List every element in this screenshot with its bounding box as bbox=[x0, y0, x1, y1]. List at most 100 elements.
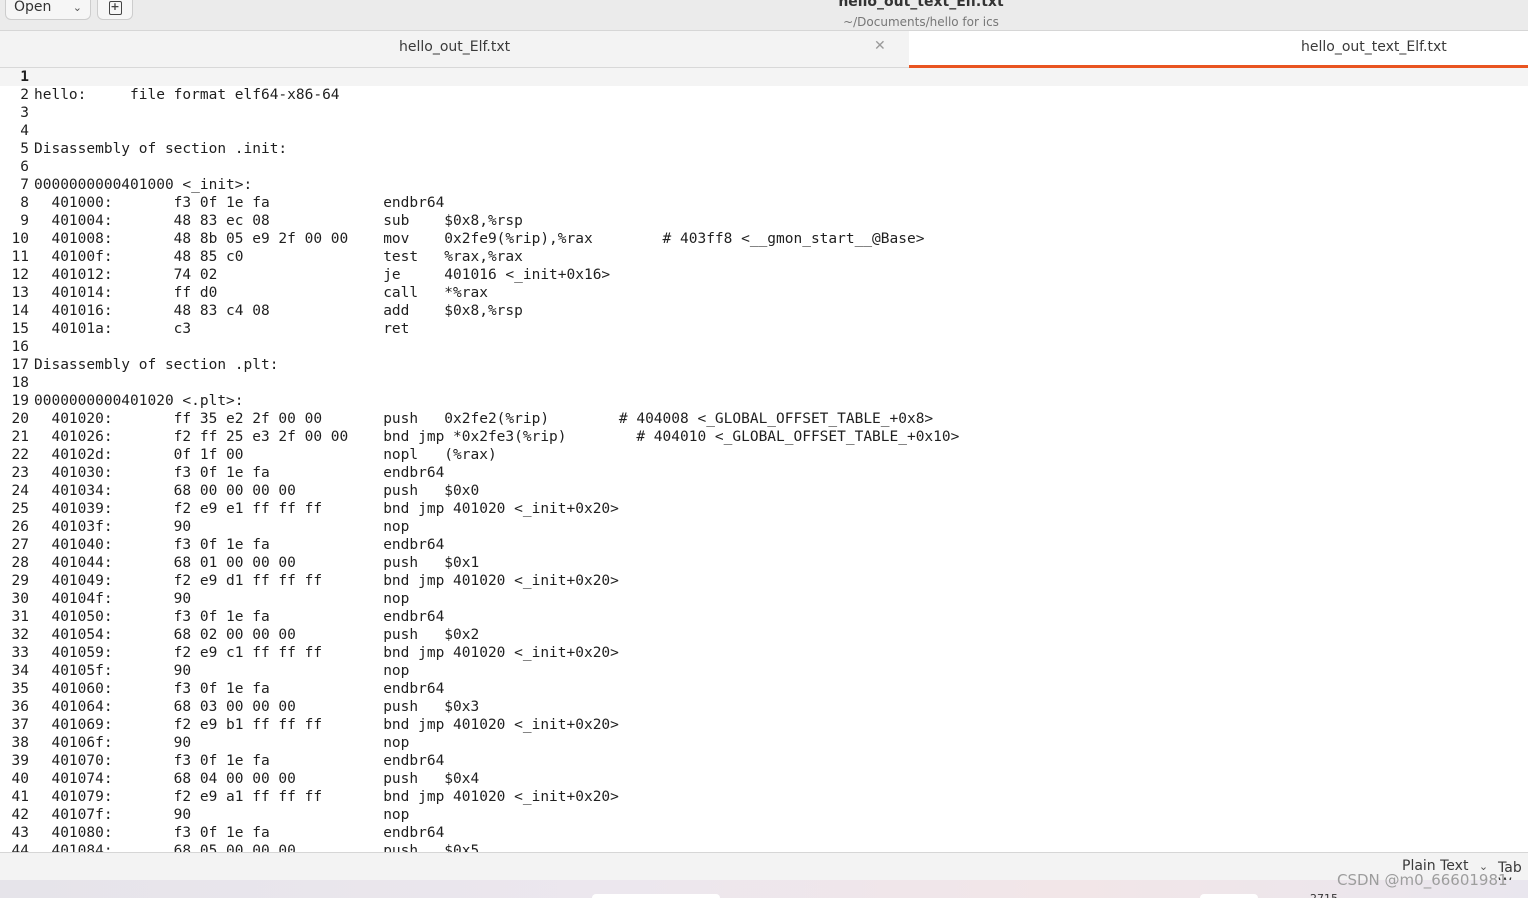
line-number: 36 bbox=[11, 699, 29, 715]
editor-line[interactable]: 39 401070: f3 0f 1e fa endbr64 bbox=[0, 752, 1528, 770]
text-view[interactable]: 1 2 hello: file format elf64-x86-64 3 4 5 Disa… bbox=[0, 68, 1528, 852]
line-text: Disassembly of section .plt: bbox=[34, 357, 279, 373]
editor-line[interactable]: 6 bbox=[0, 158, 1528, 176]
editor-line[interactable]: 7 0000000000401000 <_init>: bbox=[0, 176, 1528, 194]
line-text: 401044: 68 01 00 00 00 push $0x1 bbox=[34, 555, 480, 571]
editor-line[interactable]: 18 bbox=[0, 374, 1528, 392]
line-number: 16 bbox=[11, 339, 29, 355]
line-number: 1 bbox=[20, 69, 29, 85]
line-text: 40103f: 90 nop bbox=[34, 519, 410, 535]
header-bar: Open ⌄ + hello_out_text_Elf.txt ~/Docume… bbox=[0, 0, 1528, 31]
editor-line[interactable]: 14 401016: 48 83 c4 08 add $0x8,%rsp bbox=[0, 302, 1528, 320]
line-number: 37 bbox=[11, 717, 29, 733]
editor-line[interactable]: 43 401080: f3 0f 1e fa endbr64 bbox=[0, 824, 1528, 842]
line-text: 401079: f2 e9 a1 ff ff ff bnd jmp 401020… bbox=[34, 789, 619, 805]
editor-line[interactable]: 28 401044: 68 01 00 00 00 push $0x1 bbox=[0, 554, 1528, 572]
line-number: 25 bbox=[11, 501, 29, 517]
editor-line[interactable]: 36 401064: 68 03 00 00 00 push $0x3 bbox=[0, 698, 1528, 716]
editor-line[interactable]: 41 401079: f2 e9 a1 ff ff ff bnd jmp 401… bbox=[0, 788, 1528, 806]
line-number: 21 bbox=[11, 429, 29, 445]
editor-line[interactable]: 19 0000000000401020 <.plt>: bbox=[0, 392, 1528, 410]
editor-line[interactable]: 9 401004: 48 83 ec 08 sub $0x8,%rsp bbox=[0, 212, 1528, 230]
editor-line[interactable]: 11 40100f: 48 85 c0 test %rax,%rax bbox=[0, 248, 1528, 266]
line-number: 19 bbox=[11, 393, 29, 409]
line-text: 401054: 68 02 00 00 00 push $0x2 bbox=[34, 627, 480, 643]
line-number: 41 bbox=[11, 789, 29, 805]
editor-line[interactable]: 30 40104f: 90 nop bbox=[0, 590, 1528, 608]
line-text: 401008: 48 8b 05 e9 2f 00 00 mov 0x2fe9(… bbox=[34, 231, 925, 247]
editor-line[interactable]: 15 40101a: c3 ret bbox=[0, 320, 1528, 338]
text-editor-window: Open ⌄ + hello_out_text_Elf.txt ~/Docume… bbox=[0, 0, 1528, 898]
line-number: 34 bbox=[11, 663, 29, 679]
editor-line[interactable]: 34 40105f: 90 nop bbox=[0, 662, 1528, 680]
line-number: 8 bbox=[20, 195, 29, 211]
line-text: 40104f: 90 nop bbox=[34, 591, 410, 607]
editor-line[interactable]: 31 401050: f3 0f 1e fa endbr64 bbox=[0, 608, 1528, 626]
editor-line[interactable]: 20 401020: ff 35 e2 2f 00 00 push 0x2fe2… bbox=[0, 410, 1528, 428]
editor-line[interactable]: 16 bbox=[0, 338, 1528, 356]
editor-line[interactable]: 23 401030: f3 0f 1e fa endbr64 bbox=[0, 464, 1528, 482]
editor-line[interactable]: 2 hello: file format elf64-x86-64 bbox=[0, 86, 1528, 104]
line-number: 23 bbox=[11, 465, 29, 481]
editor-line[interactable]: 13 401014: ff d0 call *%rax bbox=[0, 284, 1528, 302]
editor-line[interactable]: 42 40107f: 90 nop bbox=[0, 806, 1528, 824]
line-number: 17 bbox=[11, 357, 29, 373]
tab-label: hello_out_Elf.txt bbox=[399, 39, 511, 55]
editor-line[interactable]: 8 401000: f3 0f 1e fa endbr64 bbox=[0, 194, 1528, 212]
dock-item[interactable] bbox=[1200, 894, 1258, 898]
editor-line[interactable]: 12 401012: 74 02 je 401016 <_init+0x16> bbox=[0, 266, 1528, 284]
line-text: 401069: f2 e9 b1 ff ff ff bnd jmp 401020… bbox=[34, 717, 619, 733]
editor-line[interactable]: 40 401074: 68 04 00 00 00 push $0x4 bbox=[0, 770, 1528, 788]
editor-line[interactable]: 5 Disassembly of section .init: bbox=[0, 140, 1528, 158]
editor-line[interactable]: 4 bbox=[0, 122, 1528, 140]
line-number: 13 bbox=[11, 285, 29, 301]
line-text: 401004: 48 83 ec 08 sub $0x8,%rsp bbox=[34, 213, 523, 229]
line-text: 401026: f2 ff 25 e3 2f 00 00 bnd jmp *0x… bbox=[34, 429, 960, 445]
editor-line[interactable]: 32 401054: 68 02 00 00 00 push $0x2 bbox=[0, 626, 1528, 644]
line-text: Disassembly of section .init: bbox=[34, 141, 288, 157]
tab-label: hello_out_text_Elf.txt bbox=[1301, 39, 1447, 55]
line-text: 401064: 68 03 00 00 00 push $0x3 bbox=[34, 699, 480, 715]
editor-line[interactable]: 37 401069: f2 e9 b1 ff ff ff bnd jmp 401… bbox=[0, 716, 1528, 734]
editor-line[interactable]: 27 401040: f3 0f 1e fa endbr64 bbox=[0, 536, 1528, 554]
editor-line[interactable]: 22 40102d: 0f 1f 00 nopl (%rax) bbox=[0, 446, 1528, 464]
tab-hello-out-text-elf[interactable]: hello_out_text_Elf.txt bbox=[909, 31, 1528, 68]
close-icon[interactable]: ✕ bbox=[874, 38, 886, 54]
editor-line[interactable]: 25 401039: f2 e9 e1 ff ff ff bnd jmp 401… bbox=[0, 500, 1528, 518]
editor-line[interactable]: 10 401008: 48 8b 05 e9 2f 00 00 mov 0x2f… bbox=[0, 230, 1528, 248]
editor-line[interactable]: 38 40106f: 90 nop bbox=[0, 734, 1528, 752]
line-number: 2 bbox=[20, 87, 29, 103]
tab-hello-out-elf[interactable]: hello_out_Elf.txt ✕ bbox=[0, 31, 909, 67]
editor-line[interactable]: 29 401049: f2 e9 d1 ff ff ff bnd jmp 401… bbox=[0, 572, 1528, 590]
window-title: hello_out_text_Elf.txt bbox=[838, 0, 1004, 10]
line-number: 42 bbox=[11, 807, 29, 823]
line-number: 28 bbox=[11, 555, 29, 571]
line-text: 40100f: 48 85 c0 test %rax,%rax bbox=[34, 249, 523, 265]
line-text: 401049: f2 e9 d1 ff ff ff bnd jmp 401020… bbox=[34, 573, 619, 589]
new-document-button[interactable]: + bbox=[97, 0, 133, 20]
line-number: 44 bbox=[11, 843, 29, 852]
line-number: 5 bbox=[20, 141, 29, 157]
line-number: 39 bbox=[11, 753, 29, 769]
line-text: 401059: f2 e9 c1 ff ff ff bnd jmp 401020… bbox=[34, 645, 619, 661]
line-text: 40101a: c3 ret bbox=[34, 321, 410, 337]
line-text: 401014: ff d0 call *%rax bbox=[34, 285, 488, 301]
editor-line[interactable]: 35 401060: f3 0f 1e fa endbr64 bbox=[0, 680, 1528, 698]
line-text: 40107f: 90 nop bbox=[34, 807, 410, 823]
line-number: 32 bbox=[11, 627, 29, 643]
editor-line[interactable]: 44 401084: 68 05 00 00 00 push $0x5 bbox=[0, 842, 1528, 852]
line-text: 401039: f2 e9 e1 ff ff ff bnd jmp 401020… bbox=[34, 501, 619, 517]
editor-line[interactable]: 21 401026: f2 ff 25 e3 2f 00 00 bnd jmp … bbox=[0, 428, 1528, 446]
open-button[interactable]: Open ⌄ bbox=[5, 0, 91, 20]
editor-line[interactable]: 17 Disassembly of section .plt: bbox=[0, 356, 1528, 374]
editor-line[interactable]: 26 40103f: 90 nop bbox=[0, 518, 1528, 536]
new-document-icon: + bbox=[108, 0, 122, 15]
editor-line[interactable]: 3 bbox=[0, 104, 1528, 122]
line-text: hello: file format elf64-x86-64 bbox=[34, 87, 340, 103]
editor-line[interactable]: 1 bbox=[0, 68, 1528, 86]
line-number: 6 bbox=[20, 159, 29, 175]
dock-item[interactable] bbox=[592, 894, 720, 898]
editor-line[interactable]: 24 401034: 68 00 00 00 00 push $0x0 bbox=[0, 482, 1528, 500]
open-button-label: Open bbox=[14, 0, 52, 15]
editor-line[interactable]: 33 401059: f2 e9 c1 ff ff ff bnd jmp 401… bbox=[0, 644, 1528, 662]
